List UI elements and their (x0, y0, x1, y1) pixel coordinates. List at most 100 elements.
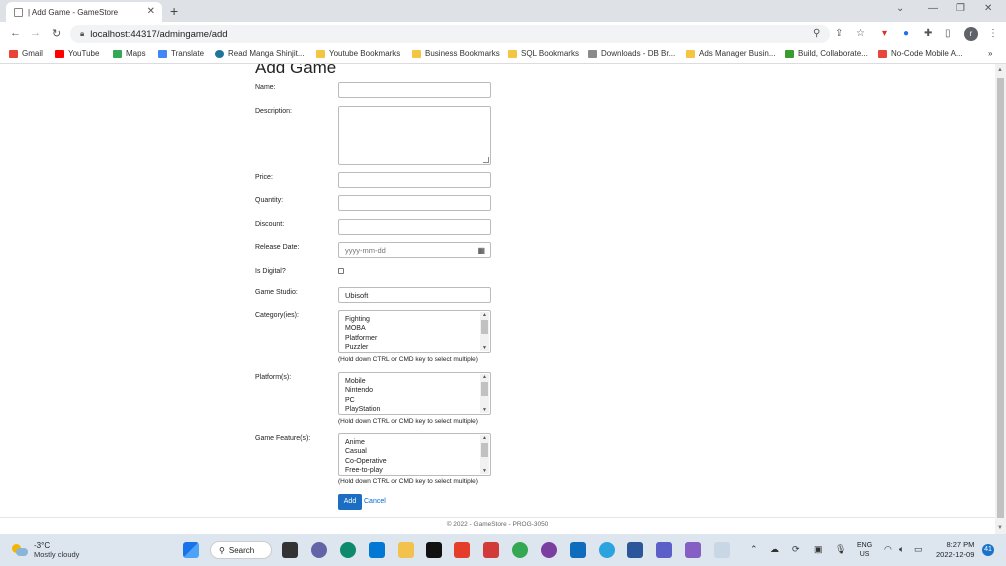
browser-tab[interactable]: | Add Game - GameStore ✕ (6, 2, 162, 22)
platform-option[interactable]: PlayStation (345, 405, 490, 414)
scroll-thumb[interactable] (481, 443, 488, 457)
scroll-up-icon[interactable]: ▲ (482, 435, 487, 441)
security-icon[interactable]: ▣ (814, 544, 823, 555)
side-panel-icon[interactable]: ▯ (945, 28, 951, 39)
feature-option[interactable]: Anime (345, 438, 490, 447)
scroll-down-icon[interactable]: ▼ (482, 407, 487, 413)
language-indicator[interactable]: ENG US (857, 541, 872, 559)
bookmark-folder-sql[interactable]: SQL Bookmarks (508, 49, 579, 58)
volume-icon[interactable]: 🔈︎ (899, 544, 904, 555)
taskbar-search[interactable]: ⚲ Search (210, 541, 272, 559)
features-scrollbar[interactable]: ▲ ▼ (480, 435, 489, 474)
battery-icon[interactable]: ▭ (914, 544, 923, 555)
feature-option[interactable]: Co-Operative (345, 457, 490, 466)
windows-start-icon[interactable] (183, 542, 199, 558)
wifi-icon[interactable]: ◠ (884, 544, 892, 555)
microphone-icon[interactable]: 🎙︎ (835, 544, 846, 555)
profile-avatar[interactable]: r (964, 27, 978, 41)
netflix-icon[interactable] (426, 542, 442, 558)
scroll-down-icon[interactable]: ▼ (482, 345, 487, 351)
add-button[interactable]: Add (338, 494, 362, 510)
teams-icon[interactable] (656, 542, 672, 558)
bookmark-build[interactable]: Build, Collaborate... (785, 49, 868, 58)
description-textarea[interactable] (338, 106, 491, 165)
word-icon[interactable] (627, 542, 643, 558)
feature-option[interactable]: Casual (345, 447, 490, 456)
snipping-tool-icon[interactable] (714, 542, 730, 558)
scroll-down-icon[interactable]: ▼ (997, 525, 1003, 531)
bookmark-folder-youtube[interactable]: Youtube Bookmarks (316, 49, 400, 58)
tab-search-chevron-icon[interactable]: ⌄ (896, 3, 904, 14)
office-icon[interactable] (454, 542, 470, 558)
git-icon[interactable] (483, 542, 499, 558)
bookmark-gmail[interactable]: Gmail (9, 49, 43, 58)
telegram-icon[interactable] (599, 542, 615, 558)
scroll-down-icon[interactable]: ▼ (482, 468, 487, 474)
back-icon[interactable]: ← (10, 27, 21, 39)
platforms-scrollbar[interactable]: ▲ ▼ (480, 374, 489, 413)
feature-option[interactable]: Free-to-play (345, 466, 490, 475)
forward-icon[interactable]: → (30, 27, 41, 39)
task-view-icon[interactable] (282, 542, 298, 558)
menu-kebab-icon[interactable]: ⋮ (988, 28, 998, 39)
bookmark-nocode[interactable]: No-Code Mobile A... (878, 49, 963, 58)
cancel-link[interactable]: Cancel (364, 498, 386, 505)
minimize-icon[interactable]: — (928, 3, 938, 14)
category-option[interactable]: MOBA (345, 324, 490, 333)
price-input[interactable] (338, 172, 491, 188)
quantity-input[interactable] (338, 195, 491, 211)
share-icon[interactable]: ⇪ (835, 28, 843, 39)
page-scroll-thumb[interactable] (997, 78, 1004, 518)
new-tab-button[interactable]: + (170, 3, 178, 19)
scroll-up-icon[interactable]: ▲ (482, 374, 487, 380)
bookmarks-overflow-icon[interactable]: » (988, 49, 992, 58)
platform-option[interactable]: PC (345, 396, 490, 405)
game-studio-select[interactable]: Ubisoft (338, 287, 491, 303)
page-scrollbar[interactable]: ▲ ▼ (995, 64, 1006, 534)
edge-icon[interactable] (340, 542, 356, 558)
extension-skype-icon[interactable]: ● (903, 28, 909, 39)
notification-badge[interactable]: 41 (982, 544, 994, 556)
onedrive-icon[interactable]: ☁ (770, 544, 779, 555)
sync-icon[interactable]: ⟳ (792, 544, 800, 555)
name-input[interactable] (338, 82, 491, 98)
outlook-icon[interactable] (570, 542, 586, 558)
bookmark-maps[interactable]: Maps (113, 49, 146, 58)
bookmark-downloads-db[interactable]: Downloads - DB Br... (588, 49, 675, 58)
system-clock[interactable]: 8:27 PM 2022-12-09 (936, 540, 974, 560)
categories-multiselect[interactable]: Fighting MOBA Platformer Puzzler ▲ ▼ (338, 310, 491, 353)
category-option[interactable]: Platformer (345, 334, 490, 343)
calendar-icon[interactable]: ▦ (477, 246, 485, 255)
reload-icon[interactable]: ↻ (52, 27, 61, 40)
scroll-thumb[interactable] (481, 382, 488, 396)
window-close-icon[interactable]: ✕ (984, 3, 992, 14)
restore-icon[interactable]: ❐ (956, 3, 965, 14)
extension-pocket-icon[interactable]: ▾ (882, 28, 887, 39)
chrome-icon[interactable] (512, 542, 528, 558)
mail-icon[interactable] (369, 542, 385, 558)
address-bar[interactable]: 🔒︎ localhost:44317/admingame/add (70, 25, 830, 43)
weather-widget[interactable]: -3°C Mostly cloudy (12, 541, 79, 559)
tray-overflow-icon[interactable]: ⌃ (750, 544, 758, 555)
lock-icon[interactable]: 🔒︎ (80, 29, 84, 39)
bookmark-translate[interactable]: Translate (158, 49, 204, 58)
release-date-input[interactable]: yyyy-mm-dd ▦ (338, 242, 491, 258)
bookmark-read-manga[interactable]: Read Manga Shinjit... (215, 49, 305, 58)
bookmark-folder-ads[interactable]: Ads Manager Busin... (686, 49, 775, 58)
bookmark-star-icon[interactable]: ☆ (856, 28, 865, 39)
file-explorer-icon[interactable] (398, 542, 414, 558)
discount-input[interactable] (338, 219, 491, 235)
extensions-puzzle-icon[interactable]: ✚ (924, 28, 932, 39)
scroll-up-icon[interactable]: ▲ (997, 67, 1003, 73)
features-multiselect[interactable]: Anime Casual Co-Operative Free-to-play ▲… (338, 433, 491, 476)
category-option[interactable]: Puzzler (345, 343, 490, 352)
scroll-thumb[interactable] (481, 320, 488, 334)
category-option[interactable]: Fighting (345, 315, 490, 324)
visual-studio-icon[interactable] (685, 542, 701, 558)
scroll-up-icon[interactable]: ▲ (482, 312, 487, 318)
is-digital-checkbox[interactable] (338, 268, 344, 274)
platform-option[interactable]: Mobile (345, 377, 490, 386)
tab-close-icon[interactable]: ✕ (147, 6, 155, 17)
zoom-icon[interactable]: ⚲ (813, 28, 820, 39)
bookmark-folder-business[interactable]: Business Bookmarks (412, 49, 500, 58)
